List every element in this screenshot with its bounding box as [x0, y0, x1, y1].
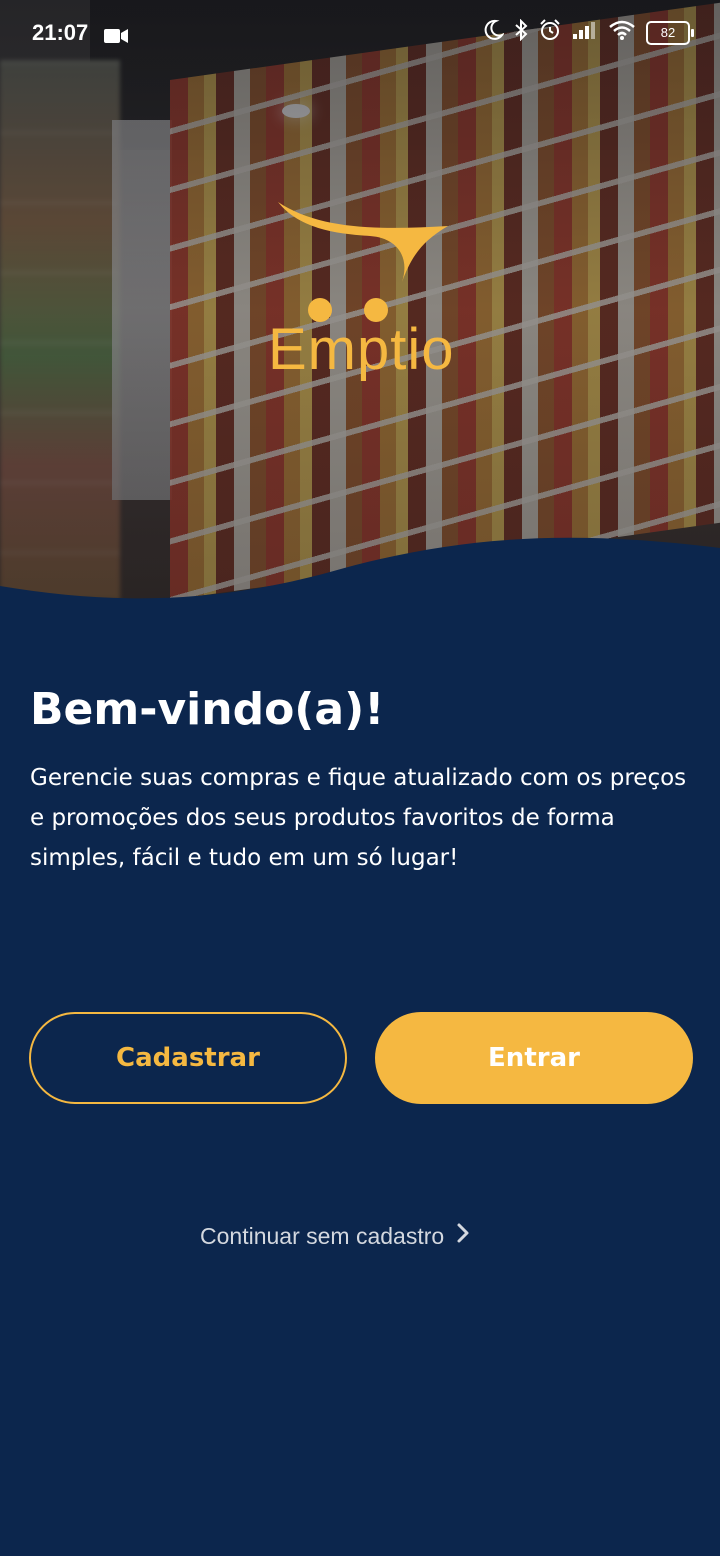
wifi-icon: [608, 19, 636, 47]
continue-without-registration-link[interactable]: Continuar sem cadastro: [200, 1222, 470, 1250]
brand-name: Emptio: [268, 317, 455, 382]
video-camera-icon: [104, 24, 128, 50]
register-button[interactable]: Cadastrar: [29, 1012, 347, 1104]
bluetooth-icon: [514, 18, 528, 47]
welcome-title: Bem-vindo(a)!: [30, 684, 385, 735]
signal-icon: [572, 20, 598, 46]
chevron-right-icon: [456, 1222, 470, 1250]
status-time: 21:07: [32, 20, 89, 45]
status-icons: 82: [482, 18, 694, 48]
emptio-logo: Emptio: [260, 196, 470, 396]
moon-icon: [482, 19, 505, 47]
welcome-description: Gerencie suas compras e fique atualizado…: [30, 765, 687, 871]
alarm-icon: [538, 18, 562, 48]
login-button[interactable]: Entrar: [375, 1012, 693, 1104]
cart-logo-icon: [278, 202, 448, 322]
hero-wave-divider: [0, 537, 720, 630]
status-bar: 21:07 82: [0, 0, 720, 64]
login-button-label: Entrar: [488, 1043, 580, 1073]
continue-label: Continuar sem cadastro: [200, 1222, 445, 1249]
battery-indicator: 82: [646, 21, 694, 45]
register-button-label: Cadastrar: [116, 1043, 260, 1073]
